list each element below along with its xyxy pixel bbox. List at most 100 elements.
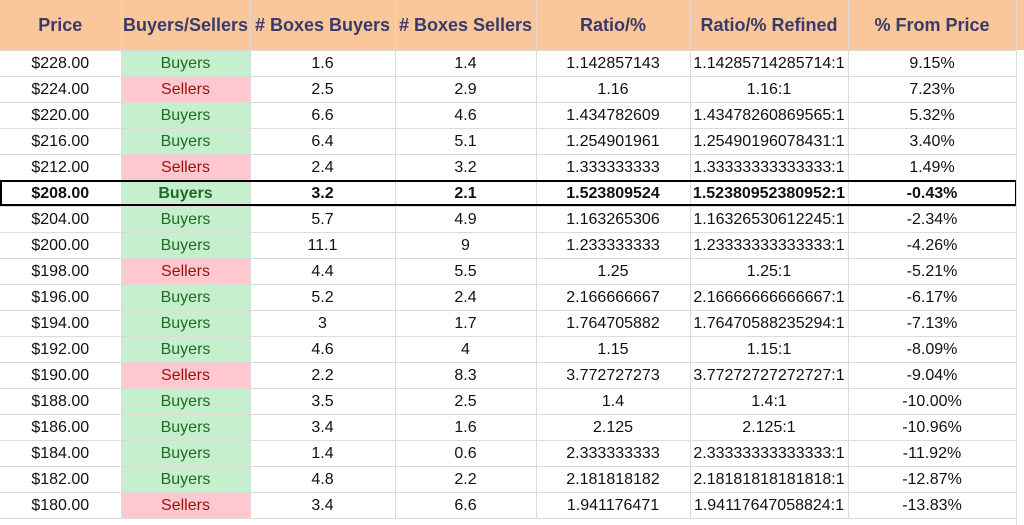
cell-boxes-sellers[interactable]: 3.2 xyxy=(395,154,537,181)
cell-ratio[interactable]: 1.764705882 xyxy=(536,310,691,337)
cell-boxes-buyers[interactable]: 2.5 xyxy=(250,76,396,103)
cell-ratio[interactable]: 2.166666667 xyxy=(536,284,691,311)
cell-ratio-refined[interactable]: 2.33333333333333:1 xyxy=(690,440,849,467)
cell-side[interactable]: Buyers xyxy=(121,232,251,259)
cell-boxes-sellers[interactable]: 5.5 xyxy=(395,258,537,285)
cell-side[interactable]: Buyers xyxy=(121,310,251,337)
cell-side[interactable]: Buyers xyxy=(121,414,251,441)
cell-ratio-refined[interactable]: 3.77272727272727:1 xyxy=(690,362,849,389)
cell-from-price[interactable]: 3.40% xyxy=(848,128,1017,155)
cell-boxes-sellers[interactable]: 2.9 xyxy=(395,76,537,103)
cell-boxes-sellers[interactable]: 0.6 xyxy=(395,440,537,467)
cell-boxes-buyers[interactable]: 4.8 xyxy=(250,466,396,493)
cell-side[interactable]: Buyers xyxy=(121,440,251,467)
cell-side[interactable]: Buyers xyxy=(121,128,251,155)
cell-from-price[interactable]: -7.13% xyxy=(848,310,1017,337)
cell-boxes-sellers[interactable]: 2.5 xyxy=(395,388,537,415)
cell-boxes-buyers[interactable]: 6.6 xyxy=(250,102,396,129)
cell-price[interactable]: $184.00 xyxy=(0,440,122,467)
cell-from-price[interactable]: -4.26% xyxy=(848,232,1017,259)
cell-ratio-refined[interactable]: 2.18181818181818:1 xyxy=(690,466,849,493)
cell-side[interactable]: Sellers xyxy=(121,492,251,519)
cell-ratio-refined[interactable]: 1.4:1 xyxy=(690,388,849,415)
cell-boxes-sellers[interactable]: 2.4 xyxy=(395,284,537,311)
cell-from-price[interactable]: -6.17% xyxy=(848,284,1017,311)
cell-from-price[interactable]: -11.92% xyxy=(848,440,1017,467)
cell-boxes-buyers[interactable]: 2.4 xyxy=(250,154,396,181)
cell-price[interactable]: $198.00 xyxy=(0,258,122,285)
cell-ratio[interactable]: 1.4 xyxy=(536,388,691,415)
cell-side[interactable]: Sellers xyxy=(121,258,251,285)
cell-ratio[interactable]: 1.142857143 xyxy=(536,50,691,77)
cell-boxes-sellers[interactable]: 1.4 xyxy=(395,50,537,77)
cell-from-price[interactable]: -10.00% xyxy=(848,388,1017,415)
header-ratio[interactable]: Ratio/% xyxy=(536,0,691,51)
cell-boxes-sellers[interactable]: 4.6 xyxy=(395,102,537,129)
cell-ratio-refined[interactable]: 1.16326530612245:1 xyxy=(690,206,849,233)
cell-from-price[interactable]: 9.15% xyxy=(848,50,1017,77)
cell-ratio-refined[interactable]: 1.94117647058824:1 xyxy=(690,492,849,519)
cell-ratio[interactable]: 1.15 xyxy=(536,336,691,363)
cell-boxes-sellers[interactable]: 2.2 xyxy=(395,466,537,493)
cell-side[interactable]: Buyers xyxy=(121,466,251,493)
cell-ratio[interactable]: 2.333333333 xyxy=(536,440,691,467)
cell-ratio[interactable]: 1.434782609 xyxy=(536,102,691,129)
cell-price[interactable]: $182.00 xyxy=(0,466,122,493)
cell-price[interactable]: $208.00 xyxy=(0,180,122,207)
cell-boxes-sellers[interactable]: 1.7 xyxy=(395,310,537,337)
header-boxes-buyers[interactable]: # Boxes Buyers xyxy=(250,0,396,51)
cell-ratio[interactable]: 2.181818182 xyxy=(536,466,691,493)
cell-ratio[interactable]: 1.523809524 xyxy=(536,180,691,207)
cell-ratio[interactable]: 1.25 xyxy=(536,258,691,285)
cell-boxes-sellers[interactable]: 1.6 xyxy=(395,414,537,441)
cell-from-price[interactable]: -10.96% xyxy=(848,414,1017,441)
cell-boxes-buyers[interactable]: 3.4 xyxy=(250,414,396,441)
cell-price[interactable]: $216.00 xyxy=(0,128,122,155)
cell-ratio-refined[interactable]: 1.43478260869565:1 xyxy=(690,102,849,129)
cell-boxes-buyers[interactable]: 2.2 xyxy=(250,362,396,389)
header-ratio-refined[interactable]: Ratio/% Refined xyxy=(690,0,849,51)
cell-price[interactable]: $228.00 xyxy=(0,50,122,77)
cell-ratio-refined[interactable]: 1.52380952380952:1 xyxy=(690,180,849,207)
cell-boxes-buyers[interactable]: 5.2 xyxy=(250,284,396,311)
cell-boxes-buyers[interactable]: 6.4 xyxy=(250,128,396,155)
cell-side[interactable]: Buyers xyxy=(121,180,251,207)
cell-from-price[interactable]: -8.09% xyxy=(848,336,1017,363)
cell-boxes-sellers[interactable]: 4.9 xyxy=(395,206,537,233)
cell-price[interactable]: $196.00 xyxy=(0,284,122,311)
cell-price[interactable]: $200.00 xyxy=(0,232,122,259)
header-buyers-sellers[interactable]: Buyers/Sellers xyxy=(121,0,251,51)
cell-price[interactable]: $188.00 xyxy=(0,388,122,415)
cell-ratio[interactable]: 3.772727273 xyxy=(536,362,691,389)
cell-boxes-buyers[interactable]: 5.7 xyxy=(250,206,396,233)
cell-boxes-sellers[interactable]: 2.1 xyxy=(395,180,537,207)
cell-side[interactable]: Buyers xyxy=(121,336,251,363)
header-from-price[interactable]: % From Price xyxy=(848,0,1017,51)
cell-boxes-buyers[interactable]: 3.5 xyxy=(250,388,396,415)
cell-from-price[interactable]: 1.49% xyxy=(848,154,1017,181)
cell-side[interactable]: Buyers xyxy=(121,206,251,233)
cell-from-price[interactable]: 5.32% xyxy=(848,102,1017,129)
cell-price[interactable]: $194.00 xyxy=(0,310,122,337)
cell-from-price[interactable]: -13.83% xyxy=(848,492,1017,519)
cell-ratio[interactable]: 1.941176471 xyxy=(536,492,691,519)
cell-price[interactable]: $192.00 xyxy=(0,336,122,363)
cell-ratio[interactable]: 1.333333333 xyxy=(536,154,691,181)
cell-ratio-refined[interactable]: 1.16:1 xyxy=(690,76,849,103)
cell-ratio-refined[interactable]: 1.76470588235294:1 xyxy=(690,310,849,337)
cell-price[interactable]: $212.00 xyxy=(0,154,122,181)
cell-boxes-sellers[interactable]: 8.3 xyxy=(395,362,537,389)
cell-price[interactable]: $204.00 xyxy=(0,206,122,233)
cell-from-price[interactable]: -9.04% xyxy=(848,362,1017,389)
cell-from-price[interactable]: -5.21% xyxy=(848,258,1017,285)
cell-ratio-refined[interactable]: 1.25490196078431:1 xyxy=(690,128,849,155)
cell-boxes-buyers[interactable]: 1.6 xyxy=(250,50,396,77)
cell-boxes-sellers[interactable]: 6.6 xyxy=(395,492,537,519)
cell-side[interactable]: Buyers xyxy=(121,102,251,129)
cell-side[interactable]: Sellers xyxy=(121,76,251,103)
cell-ratio-refined[interactable]: 1.14285714285714:1 xyxy=(690,50,849,77)
cell-boxes-buyers[interactable]: 11.1 xyxy=(250,232,396,259)
cell-side[interactable]: Buyers xyxy=(121,388,251,415)
cell-ratio-refined[interactable]: 1.15:1 xyxy=(690,336,849,363)
cell-ratio[interactable]: 1.254901961 xyxy=(536,128,691,155)
